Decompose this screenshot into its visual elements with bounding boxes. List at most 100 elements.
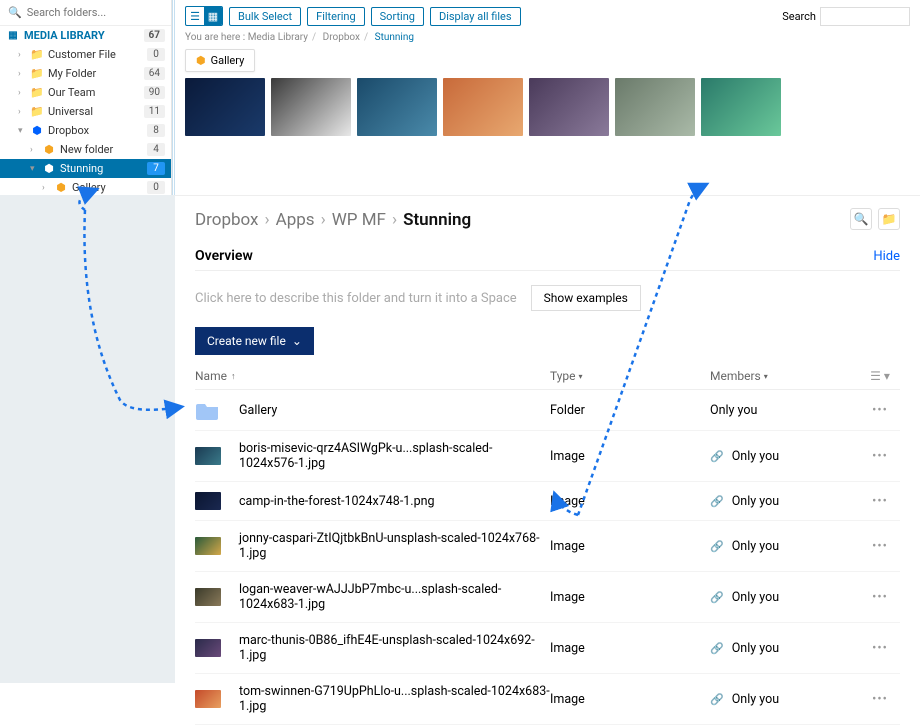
chevron-right-icon: › (18, 107, 30, 117)
display-all-files-button[interactable]: Display all files (430, 7, 521, 26)
folder-icon: 📁 (30, 48, 44, 61)
node-count: 0 (147, 181, 165, 194)
dropbox-panel: Dropbox› Apps› WP MF› Stunning 🔍 📁 Overv… (175, 195, 920, 683)
toolbar: ☰ ▦ Bulk Select Filtering Sorting Displa… (185, 6, 910, 26)
dropbox-icon: ⬢ (54, 181, 68, 194)
node-label: Gallery (72, 181, 106, 194)
view-options-button[interactable]: ☰ ▾ (860, 369, 900, 383)
bulk-select-button[interactable]: Bulk Select (229, 7, 301, 26)
tree-folder[interactable]: ›📁Customer File0 (0, 45, 171, 64)
breadcrumb-part[interactable]: Dropbox (323, 32, 360, 43)
file-members: Only you (732, 641, 779, 656)
folder-label: My Folder (48, 67, 96, 80)
image-thumbnail-icon (195, 639, 221, 657)
image-thumbnail-icon (195, 537, 221, 555)
col-members-header[interactable]: Members ▾ (710, 369, 860, 383)
tree-dropbox-child[interactable]: ›⬢New folder4 (0, 140, 171, 159)
tree-folder[interactable]: ›📁Our Team90 (0, 83, 171, 102)
breadcrumb: You are here : Media Library/ Dropbox/ S… (185, 26, 910, 49)
row-actions-button[interactable]: ••• (860, 641, 900, 656)
media-thumbnail[interactable] (615, 78, 695, 136)
db-bc-item[interactable]: WP MF (332, 210, 386, 230)
search-folders-input[interactable] (27, 6, 163, 19)
search-button[interactable]: 🔍 (850, 208, 872, 230)
file-type: Image (550, 590, 710, 605)
node-count: 7 (147, 162, 165, 175)
col-type-header[interactable]: Type ▾ (550, 369, 710, 383)
create-new-file-button[interactable]: Create new file ⌄ (195, 327, 314, 355)
media-thumbnail[interactable] (357, 78, 437, 136)
sorting-button[interactable]: Sorting (371, 7, 424, 26)
chevron-right-icon: › (18, 69, 30, 79)
row-actions-button[interactable]: ••• (860, 449, 900, 464)
file-name: Gallery (239, 403, 277, 418)
row-actions-button[interactable]: ••• (860, 692, 900, 707)
show-examples-button[interactable]: Show examples (531, 285, 641, 311)
chevron-icon: ▾ (30, 164, 42, 174)
media-thumbnail[interactable] (271, 78, 351, 136)
overview-title: Overview (195, 248, 253, 264)
chevron-icon: › (30, 145, 42, 155)
db-bc-item[interactable]: Apps (276, 210, 315, 230)
media-thumbnail[interactable] (529, 78, 609, 136)
sidebar: 🔍 ▦ MEDIA LIBRARY 67 ›📁Customer File0›📁M… (0, 0, 172, 195)
row-actions-button[interactable]: ••• (860, 590, 900, 605)
thumbnail-grid (185, 78, 910, 136)
table-row[interactable]: tom-swinnen-G719UpPhLlo-u...splash-scale… (195, 674, 900, 725)
grid-view-button[interactable]: ▦ (204, 7, 222, 25)
node-label: Stunning (60, 162, 103, 175)
dropbox-breadcrumb: Dropbox› Apps› WP MF› Stunning (195, 210, 900, 230)
folder-count: 11 (144, 105, 165, 118)
folder-icon: 📁 (30, 105, 44, 118)
describe-text[interactable]: Click here to describe this folder and t… (195, 291, 517, 306)
filtering-button[interactable]: Filtering (307, 7, 365, 26)
tree-dropbox[interactable]: ▾ ⬢ Dropbox 8 (0, 121, 171, 140)
col-name-header[interactable]: Name ↑ (195, 369, 550, 383)
table-row[interactable]: jonny-caspari-ZtIQjtbkBnU-unsplash-scale… (195, 521, 900, 572)
media-thumbnail[interactable] (701, 78, 781, 136)
table-row[interactable]: boris-misevic-qrz4ASIWgPk-u...splash-sca… (195, 431, 900, 482)
db-bc-item[interactable]: Dropbox (195, 210, 259, 230)
image-thumbnail-icon (195, 447, 221, 465)
table-row[interactable]: marc-thunis-0B86_ifhE4E-unsplash-scaled-… (195, 623, 900, 674)
tree-dropbox-child[interactable]: ▾⬢ Stunning 7 (0, 159, 171, 178)
sort-icon: ▾ (579, 372, 583, 381)
gallery-folder-button[interactable]: ⬢ Gallery (185, 49, 255, 72)
file-type: Image (550, 539, 710, 554)
table-row[interactable]: logan-weaver-wAJJJbP7mbc-u...splash-scal… (195, 572, 900, 623)
sort-asc-icon: ↑ (231, 371, 236, 382)
media-thumbnail[interactable] (443, 78, 523, 136)
row-actions-button[interactable]: ••• (860, 494, 900, 509)
table-row[interactable]: camp-in-the-forest-1024x748-1.pngImage🔗O… (195, 482, 900, 521)
toolbar-search-input[interactable] (820, 7, 910, 26)
chevron-down-icon: ⌄ (292, 334, 302, 348)
dropbox-icon: ⬢ (196, 54, 206, 67)
file-members: Only you (732, 494, 779, 509)
file-members: Only you (732, 539, 779, 554)
dropbox-icon: ⬢ (42, 162, 56, 175)
toolbar-search: Search (782, 7, 910, 26)
breadcrumb-part[interactable]: Media Library (248, 32, 308, 43)
gallery-label: Gallery (211, 54, 245, 67)
folder-icon: 📁 (30, 67, 44, 80)
media-thumbnail[interactable] (185, 78, 265, 136)
dropbox-label: Dropbox (48, 124, 89, 137)
node-label: New folder (60, 143, 113, 156)
file-name: marc-thunis-0B86_ifhE4E-unsplash-scaled-… (239, 633, 550, 663)
folder-view-button[interactable]: 📁 (878, 208, 900, 230)
table-row[interactable]: GalleryFolderOnly you••• (195, 390, 900, 431)
row-actions-button[interactable]: ••• (860, 403, 900, 418)
media-library-header[interactable]: ▦ MEDIA LIBRARY 67 (0, 26, 171, 45)
folder-count: 0 (147, 48, 165, 61)
chevron-icon: › (42, 183, 54, 193)
hide-link[interactable]: Hide (873, 249, 900, 264)
row-actions-button[interactable]: ••• (860, 539, 900, 554)
sort-icon: ▾ (764, 372, 768, 381)
list-view-button[interactable]: ☰ (186, 7, 204, 25)
sidebar-search: 🔍 (0, 0, 171, 26)
link-icon: 🔗 (710, 591, 724, 604)
file-type: Image (550, 449, 710, 464)
tree-folder[interactable]: ›📁My Folder64 (0, 64, 171, 83)
chevron-right-icon: › (18, 50, 30, 60)
tree-folder[interactable]: ›📁Universal11 (0, 102, 171, 121)
